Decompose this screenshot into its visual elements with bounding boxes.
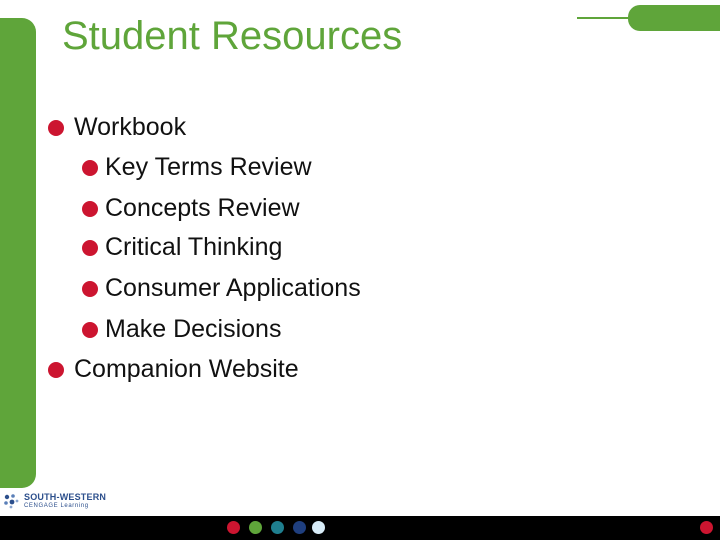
footer-dot-right-red: [700, 521, 713, 534]
bullet-item-workbook: Workbook: [48, 113, 186, 142]
bullet-text: Consumer Applications: [105, 274, 361, 302]
bullet-item-key-terms-review: Key Terms Review: [82, 153, 312, 182]
footer-dot-teal: [271, 521, 284, 534]
bullet-text: Workbook: [74, 113, 187, 141]
bullet-item-consumer-applications: Consumer Applications: [82, 274, 361, 303]
bullet-text: Companion Website: [74, 355, 299, 383]
bullet-dot-icon: [82, 159, 98, 176]
footer-dot-green: [249, 521, 262, 534]
bullet-item-critical-thinking: Critical Thinking: [82, 233, 282, 262]
bullet-dot-icon: [82, 321, 98, 338]
bullet-text: Critical Thinking: [105, 233, 283, 261]
bullet-dot-icon: [48, 119, 64, 136]
bullet-list: Workbook Key Terms Review Concepts Revie…: [0, 0, 720, 540]
bullet-item-concepts-review: Concepts Review: [82, 194, 300, 223]
publisher-logo-icon: [4, 494, 19, 509]
bullet-text: Make Decisions: [105, 315, 282, 343]
footer-dot-red: [227, 521, 240, 534]
bullet-dot-icon: [82, 200, 98, 217]
publisher-logo: SOUTH-WESTERN CENGAGE Learning: [2, 490, 106, 512]
bullet-dot-icon: [48, 361, 64, 378]
bullet-dot-icon: [82, 239, 98, 256]
bullet-dot-icon: [82, 280, 98, 297]
footer-bar: [0, 516, 720, 540]
logo-text-line2: CENGAGE Learning: [24, 503, 89, 509]
bullet-text: Concepts Review: [105, 194, 300, 222]
bullet-item-companion-website: Companion Website: [48, 355, 299, 384]
footer-dot-navy: [293, 521, 306, 534]
footer-dot-lightblue: [312, 521, 325, 534]
bullet-text: Key Terms Review: [105, 153, 312, 181]
bullet-item-make-decisions: Make Decisions: [82, 315, 281, 344]
logo-text-line1: SOUTH-WESTERN: [24, 492, 107, 502]
